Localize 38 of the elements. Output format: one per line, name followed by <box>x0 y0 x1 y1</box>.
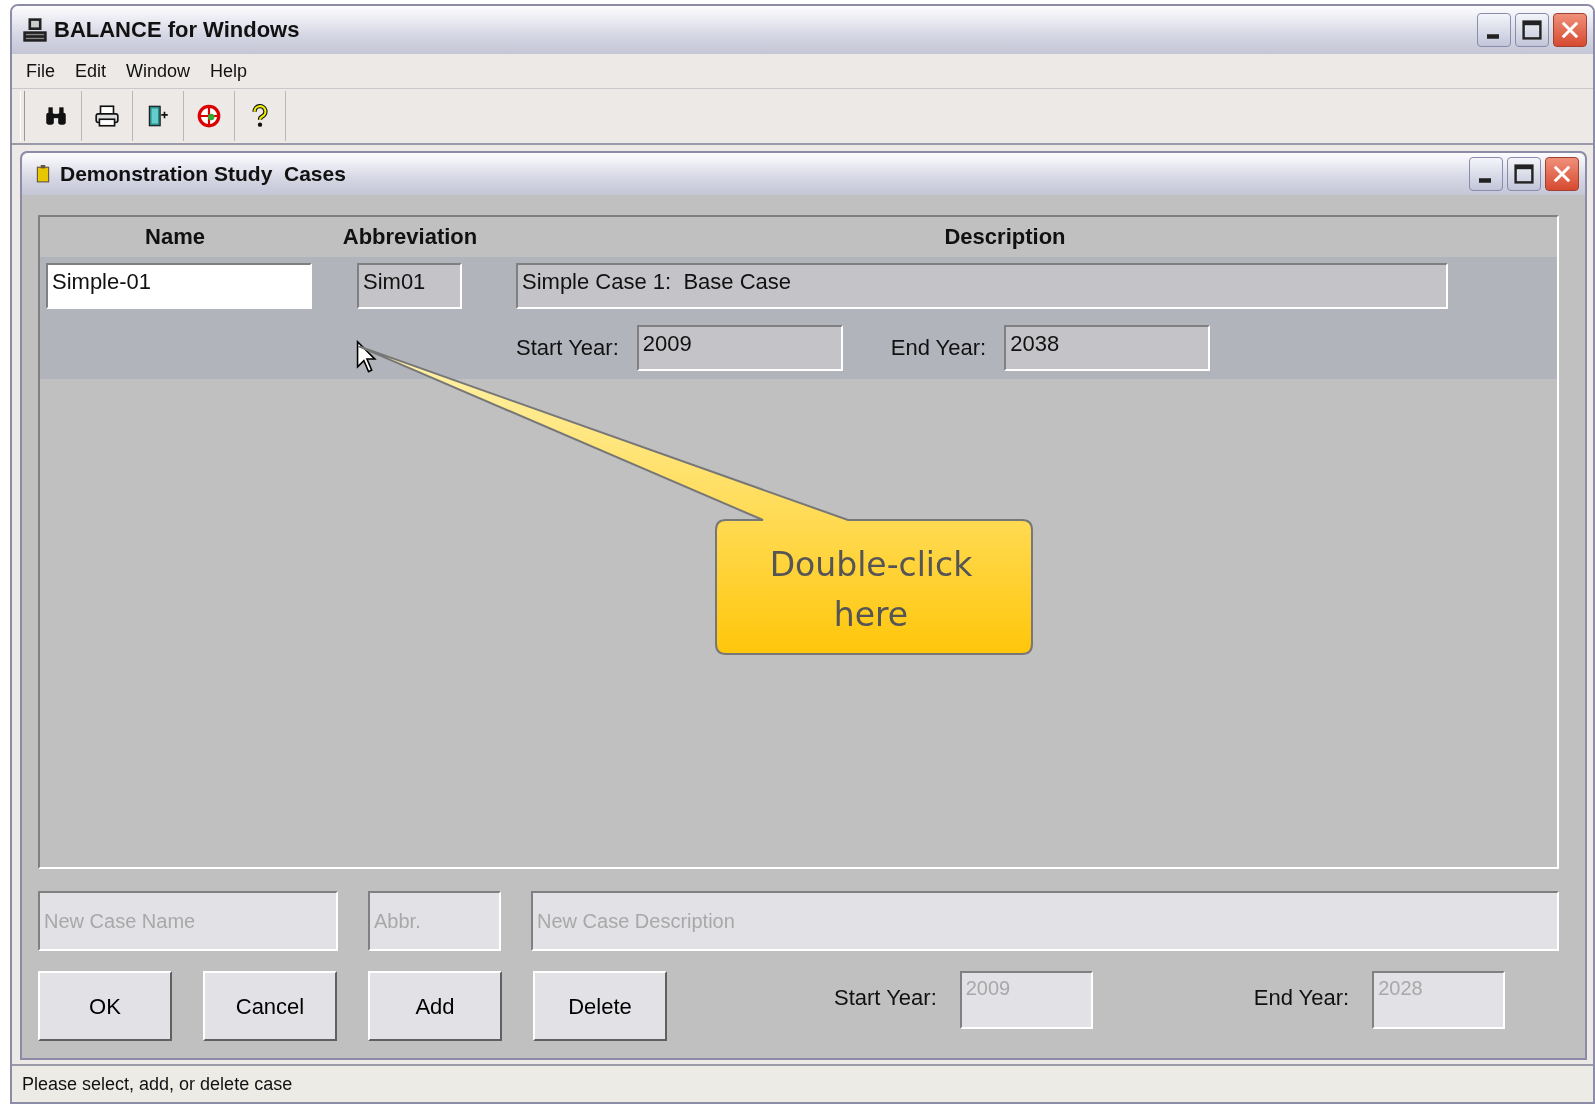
menu-item[interactable]: Help <box>210 60 248 82</box>
window-title: BALANCE for Windows <box>54 17 300 43</box>
column-header: Abbreviation <box>341 224 479 250</box>
end-year-field[interactable]: 2038 <box>1004 325 1211 371</box>
column-header: Name <box>144 224 206 250</box>
description-field[interactable]: Simple Case 1: Base Case <box>516 263 1448 309</box>
start-year-label: Start Year: <box>834 985 937 1011</box>
callout-text: Double-click here <box>768 544 974 636</box>
name-field[interactable]: Simple-01 <box>46 263 312 309</box>
menu-item[interactable]: Edit <box>75 60 107 82</box>
dialog-button[interactable]: Add <box>368 971 502 1041</box>
maximize-icon <box>1512 162 1536 186</box>
child-window-title: Demonstration Study Cases <box>60 162 346 186</box>
dialog-button[interactable]: Delete <box>533 971 667 1041</box>
column-header: Description <box>943 224 1067 250</box>
abbreviation-field[interactable]: Sim01 <box>357 263 462 309</box>
end-year-label: End Year: <box>890 335 987 361</box>
dialog-button[interactable]: OK <box>38 971 172 1041</box>
menu-item[interactable]: File <box>26 60 55 82</box>
start-year-field[interactable]: 2009 <box>636 325 843 371</box>
end-year-label: End Year: <box>1253 985 1350 1011</box>
minimize-button[interactable] <box>1469 157 1503 191</box>
maximize-icon <box>1520 18 1544 42</box>
menu-item[interactable]: Window <box>126 60 191 82</box>
document-icon <box>36 165 50 183</box>
close-button[interactable] <box>1553 13 1587 47</box>
minimize-button[interactable] <box>1477 13 1511 47</box>
minimize-icon <box>1479 178 1491 183</box>
minimize-icon <box>1487 34 1499 39</box>
mouse-pointer-icon <box>356 340 378 375</box>
case-row[interactable]: Simple-01 Sim01 Simple Case 1: Base Case Start Year: 2009 End Year: 2038 <box>40 257 1557 379</box>
maximize-button[interactable] <box>1507 157 1541 191</box>
maximize-button[interactable] <box>1515 13 1549 47</box>
start-year-label: Start Year: <box>516 335 619 361</box>
computer-icon <box>22 17 48 43</box>
status-text: Please select, add, or delete case <box>22 1073 293 1095</box>
dialog-button[interactable]: Cancel <box>203 971 337 1041</box>
close-button[interactable] <box>1545 157 1579 191</box>
